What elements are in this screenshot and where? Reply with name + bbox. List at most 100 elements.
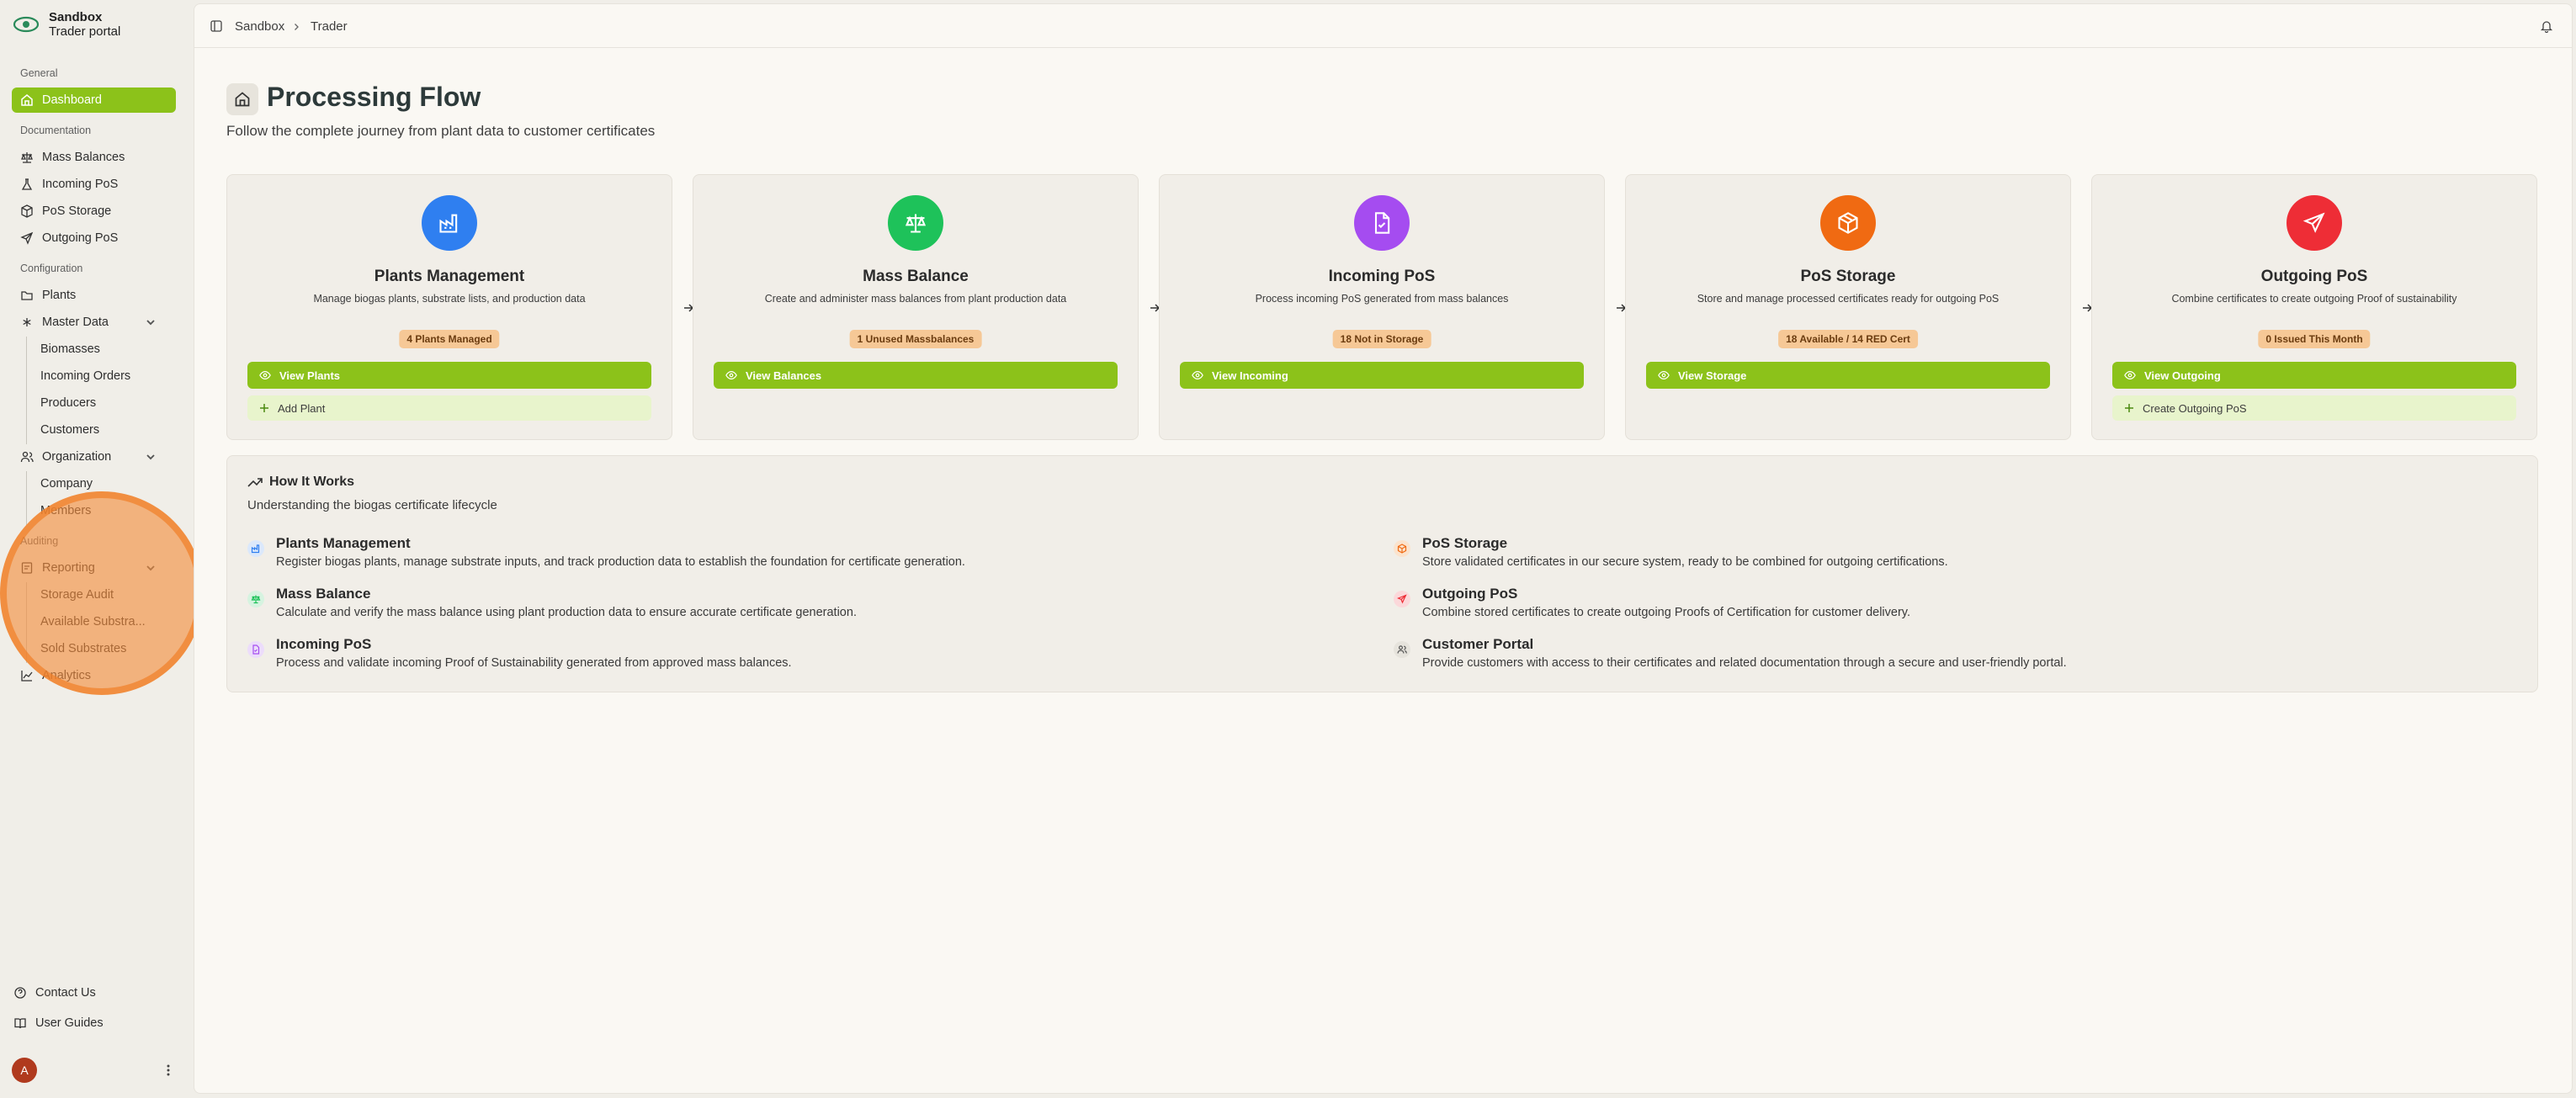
send-icon [20,231,34,245]
sidebar-item-analytics[interactable]: Analytics [12,663,176,688]
chart-line-icon [21,671,33,682]
sidebar-item-reporting[interactable]: Reporting [12,555,176,581]
plus-icon [2125,404,2133,412]
scale-icon [247,591,264,607]
view-outgoing-button[interactable]: View Outgoing [2112,362,2516,389]
view-balances-button[interactable]: View Balances [714,362,1118,389]
sidebar-item-label: Dashboard [42,93,102,107]
breadcrumb-item-trader: Trader [311,19,348,34]
eye-icon [259,371,271,379]
submenu-line [26,471,27,525]
page-home-icon [226,83,258,115]
sidebar-item-label: PoS Storage [42,204,112,218]
sidebar-item-label: Analytics [42,669,92,682]
brand[interactable]: Sandbox Trader portal [12,10,120,39]
sidebar-subitem-incoming-orders[interactable]: Incoming Orders [40,363,130,389]
how-it-works-panel: How It Works Understanding the biogas ce… [226,455,2538,692]
sidebar-subitem-customers[interactable]: Customers [40,417,99,443]
avatar[interactable]: A [12,1058,37,1083]
card-outgoing-pos: Outgoing PoS Combine certificates to cre… [2091,174,2537,440]
card-title: Incoming PoS [1328,268,1436,285]
trending-up-icon [247,478,263,487]
chevron-right-icon [295,24,299,30]
card-title: Outgoing PoS [2260,268,2368,285]
how-item-title: Incoming PoS [276,636,372,652]
how-item-customer-portal: Customer Portal Provide customers with ac… [1394,636,2067,670]
card-description: Process incoming PoS generated from mass… [1255,293,1509,305]
add-plant-button[interactable]: Add Plant [247,395,651,421]
button-label: View Plants [279,369,341,382]
bell-icon[interactable] [2540,19,2553,33]
scale-icon [888,195,943,251]
how-item-title: Plants Management [276,535,411,551]
how-item-description: Process and validate incoming Proof of S… [276,656,792,670]
sidebar-item-user-guides[interactable]: User Guides [5,1010,169,1036]
chevron-down-icon [146,565,155,571]
sidebar-subitem-available-substrates[interactable]: Available Substra... [40,609,146,634]
how-item-description: Combine stored certificates to create ou… [1422,606,1910,619]
how-item-mass-balance: Mass Balance Calculate and verify the mas… [247,586,857,619]
sidebar-subitem-producers[interactable]: Producers [40,390,96,416]
how-it-works-subtitle: Understanding the biogas certificate lif… [247,498,497,512]
view-plants-button[interactable]: View Plants [247,362,651,389]
send-icon [2287,195,2342,251]
home-icon [21,94,33,106]
sidebar-subitem-storage-audit[interactable]: Storage Audit [40,582,114,607]
sidebar-subitem-sold-substrates[interactable]: Sold Substrates [40,636,126,661]
package-icon [1820,195,1876,251]
asterisk-icon [23,318,31,326]
how-item-pos-storage: PoS Storage Store validated certificates … [1394,535,1948,569]
card-description: Store and manage processed certificates … [1697,293,2000,305]
sidebar-item-master-data[interactable]: Master Data [12,310,176,335]
sidebar-item-dashboard[interactable]: Dashboard [12,88,176,113]
eye-icon [1192,371,1203,379]
sidebar-item-contact-us[interactable]: Contact Us [5,980,169,1005]
button-label: Add Plant [278,401,326,415]
sidebar-item-incoming-pos[interactable]: Incoming PoS [12,172,176,197]
how-item-description: Provide customers with access to their c… [1422,656,2067,670]
create-outgoing-pos-button[interactable]: Create Outgoing PoS [2112,395,2516,421]
sidebar-item-plants[interactable]: Plants [12,283,176,308]
sidebar-item-pos-storage[interactable]: PoS Storage [12,199,176,224]
button-label: View Outgoing [2144,369,2221,382]
sidebar-subitem-company[interactable]: Company [40,471,93,496]
chevron-down-icon [146,320,155,326]
book-icon [14,1018,26,1029]
main-content: Sandbox Trader Processing Flow Follow th… [194,3,2573,1094]
how-item-description: Calculate and verify the mass balance us… [276,606,857,619]
sidebar-subitem-biomasses[interactable]: Biomasses [40,337,100,362]
package-icon [21,204,33,218]
card-mass-balance: Mass Balance Create and administer mass … [693,174,1139,440]
section-documentation: Documentation [20,125,92,136]
chevron-down-icon [146,454,155,460]
sidebar-item-organization[interactable]: Organization [12,444,176,469]
scale-icon [21,152,33,163]
status-badge: 18 Not in Storage [1332,330,1431,348]
breadcrumb-item-sandbox[interactable]: Sandbox [235,19,284,34]
more-vertical-icon[interactable] [163,1064,173,1077]
submenu-line [26,582,27,663]
sidebar-item-label: Mass Balances [42,151,125,164]
eye-icon [2124,371,2136,379]
sidebar-subitem-members[interactable]: Members [40,498,91,523]
how-it-works-title: How It Works [269,475,355,489]
sidebar-item-label: Organization [42,450,112,464]
submenu-line [26,337,27,444]
sidebar-item-label: Outgoing PoS [42,231,119,245]
plus-icon [260,404,268,412]
card-plants-management: Plants Management Manage biogas plants, … [226,174,672,440]
users-icon [20,451,34,463]
sidebar-item-label: Incoming PoS [42,178,119,191]
button-label: Create Outgoing PoS [2143,401,2247,415]
sidebar-toggle-icon[interactable] [210,19,223,33]
card-title: Mass Balance [863,268,969,285]
status-badge: 1 Unused Massbalances [849,330,982,348]
how-item-incoming-pos: Incoming PoS Process and validate incomin… [247,636,792,670]
button-label: View Storage [1678,369,1747,382]
document-check-icon [247,641,264,658]
view-storage-button[interactable]: View Storage [1646,362,2050,389]
sidebar-item-outgoing-pos[interactable]: Outgoing PoS [12,225,176,251]
view-incoming-button[interactable]: View Incoming [1180,362,1584,389]
send-icon [1394,591,1410,607]
sidebar-item-mass-balances[interactable]: Mass Balances [12,145,176,170]
